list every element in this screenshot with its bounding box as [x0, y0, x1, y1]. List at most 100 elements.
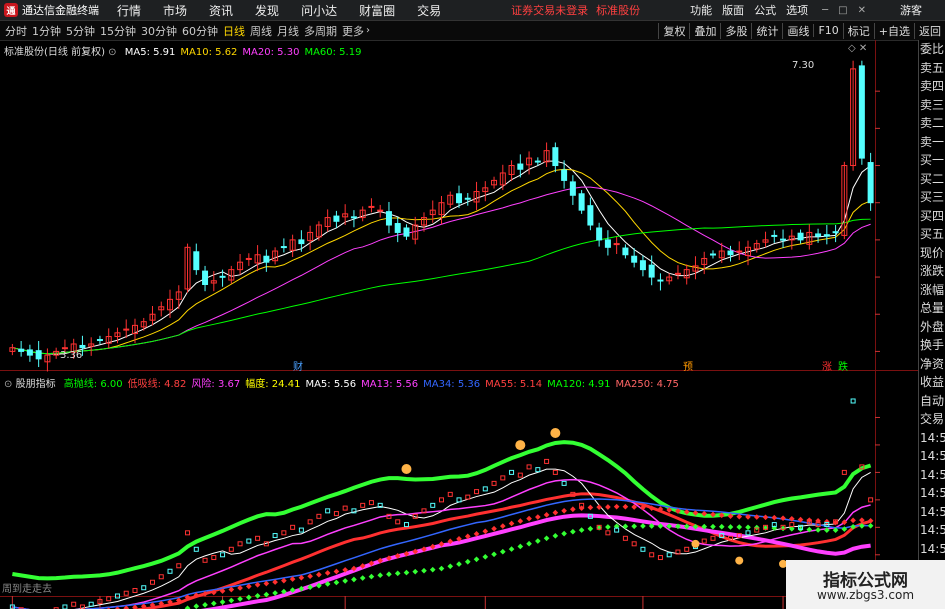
kline-chart-svg[interactable]: [0, 40, 918, 609]
side-panel-item[interactable]: 卖三: [919, 96, 945, 115]
tool-button-0[interactable]: 复权: [658, 22, 689, 39]
guest-label[interactable]: 游客: [900, 2, 922, 18]
side-panel-item[interactable]: 卖一: [919, 133, 945, 152]
side-panel-item[interactable]: 买五: [919, 225, 945, 244]
side-panel-item[interactable]: 14:56: [919, 503, 945, 522]
tool-button-4[interactable]: 画线: [782, 22, 813, 39]
green-diamond: [508, 546, 515, 552]
period-tab-3[interactable]: 15分钟: [100, 23, 136, 39]
side-panel-item[interactable]: 14:56: [919, 447, 945, 466]
candle-body: [596, 227, 603, 241]
side-panel-item[interactable]: 卖二: [919, 114, 945, 133]
low-price-label: 3.36: [60, 350, 83, 361]
chart-area[interactable]: 标准股份(日线 前复权) ⊙ MA5: 5.91 MA10: 5.62 MA20: …: [0, 40, 918, 609]
forecast-marker[interactable]: 预: [683, 358, 693, 373]
menu-item-1[interactable]: 市场: [163, 2, 187, 19]
side-panel-item[interactable]: 卖四: [919, 77, 945, 96]
finance-marker[interactable]: 财: [293, 358, 303, 373]
trade-login-alert[interactable]: 证券交易未登录: [511, 2, 588, 18]
right-menu-item-3[interactable]: 选项: [786, 2, 808, 18]
period-tab-5[interactable]: 60分钟: [182, 23, 218, 39]
menu-item-5[interactable]: 财富圈: [359, 2, 395, 19]
side-panel-item[interactable]: 换手: [919, 336, 945, 355]
period-tab-0[interactable]: 分时: [5, 23, 27, 39]
side-panel-item[interactable]: 买三: [919, 188, 945, 207]
minimize-icon[interactable]: ─: [822, 5, 828, 16]
candle-body: [622, 247, 629, 256]
maximize-icon[interactable]: □: [838, 5, 847, 16]
red-diamond: [596, 504, 602, 510]
red-diamond: [307, 573, 313, 580]
stock-name-alert[interactable]: 标准股份: [596, 2, 640, 18]
side-panel-item[interactable]: 14:56: [919, 466, 945, 485]
red-diamond: [850, 517, 856, 524]
tool-button-3[interactable]: 统计: [751, 22, 782, 39]
close-icon[interactable]: ✕: [859, 43, 867, 54]
diamond-icon[interactable]: ◇: [848, 43, 856, 54]
candle-body: [298, 239, 305, 245]
side-panel-item[interactable]: 14:56: [919, 429, 945, 448]
right-menu-item-2[interactable]: 公式: [754, 2, 776, 18]
period-tab-4[interactable]: 30分钟: [141, 23, 177, 39]
side-panel-item[interactable]: 买四: [919, 207, 945, 226]
side-panel-item[interactable]: 卖五: [919, 59, 945, 78]
side-panel-item[interactable]: 净资: [919, 355, 945, 374]
menu-item-0[interactable]: 行情: [117, 2, 141, 19]
main-legend-item: MA20: 5.30: [242, 47, 300, 58]
limit-up-marker[interactable]: 涨: [822, 358, 832, 373]
side-panel-item[interactable]: 总量: [919, 299, 945, 318]
settings-icon[interactable]: ⊙: [4, 379, 12, 390]
close-icon[interactable]: ✕: [858, 5, 866, 16]
period-tab-7[interactable]: 周线: [250, 23, 272, 39]
menu-item-2[interactable]: 资讯: [209, 2, 233, 19]
side-panel-item[interactable]: 买二: [919, 170, 945, 189]
period-tab-8[interactable]: 月线: [277, 23, 299, 39]
side-panel-item[interactable]: 买一: [919, 151, 945, 170]
side-panel-item[interactable]: 14:56: [919, 521, 945, 540]
sub-candle: [272, 533, 278, 539]
side-panel-item[interactable]: 涨幅: [919, 281, 945, 300]
period-tab-10[interactable]: 更多: [342, 23, 364, 39]
period-tab-6[interactable]: 日线: [223, 23, 245, 39]
right-menu-item-1[interactable]: 版面: [722, 2, 744, 18]
candle-body: [771, 234, 778, 237]
period-tab-2[interactable]: 5分钟: [66, 23, 95, 39]
menu-item-3[interactable]: 发现: [255, 2, 279, 19]
tool-button-2[interactable]: 多股: [720, 22, 751, 39]
tool-button-8[interactable]: 返回: [914, 22, 945, 39]
side-panel-item[interactable]: 自动: [919, 392, 945, 411]
app-title: 通达信金融终端: [22, 4, 99, 17]
candle-body: [561, 169, 568, 181]
green-diamond: [710, 523, 716, 530]
menu-item-6[interactable]: 交易: [417, 2, 441, 19]
tool-button-6[interactable]: 标记: [842, 22, 874, 39]
more-chevron-icon[interactable]: ›: [366, 25, 370, 36]
side-panel-item[interactable]: 交易: [919, 410, 945, 429]
side-panel-item[interactable]: 14:56: [919, 484, 945, 503]
period-tab-1[interactable]: 1分钟: [32, 23, 61, 39]
candle-body: [674, 272, 681, 275]
period-tab-9[interactable]: 多周期: [304, 23, 337, 39]
side-panel-item[interactable]: 委比: [919, 40, 945, 59]
tool-button-7[interactable]: +自选: [873, 22, 914, 39]
candle-body: [377, 209, 384, 212]
settings-icon[interactable]: ⊙: [108, 47, 116, 58]
menu-item-4[interactable]: 问小达: [301, 2, 337, 19]
sub-candle: [474, 489, 480, 495]
red-diamond: [499, 523, 506, 529]
side-panel-item[interactable]: 外盘: [919, 318, 945, 337]
sub-candle: [62, 604, 68, 609]
side-panel-item[interactable]: 现价: [919, 244, 945, 263]
tool-button-1[interactable]: 叠加: [689, 22, 720, 39]
right-menu-item-0[interactable]: 功能: [690, 2, 712, 18]
panel-divider: [0, 370, 918, 371]
period-tabs: 分时 1分钟 5分钟 15分钟 30分钟 60分钟 日线 周线 月线 多周期 更多: [0, 23, 364, 39]
tool-button-5[interactable]: F10: [813, 24, 842, 37]
side-panel-item[interactable]: 涨跌: [919, 262, 945, 281]
green-diamond: [394, 570, 401, 577]
green-diamond: [587, 525, 594, 532]
side-panel-item[interactable]: 14:56: [919, 540, 945, 559]
limit-down-marker[interactable]: 跌: [838, 358, 848, 373]
side-panel-item[interactable]: 收益: [919, 373, 945, 392]
main-menu: 行情 市场 资讯 发现 问小达 财富圈 交易: [117, 2, 441, 19]
